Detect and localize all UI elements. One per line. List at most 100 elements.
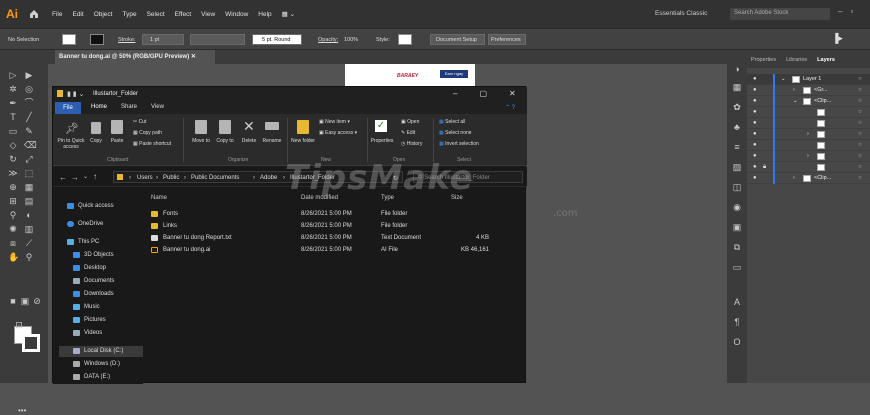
gradient-panel-icon[interactable]: ▨	[732, 162, 742, 172]
tab-layers[interactable]: Layers	[817, 57, 835, 63]
type-tool-icon[interactable]: T	[8, 112, 18, 122]
rename-icon[interactable]	[265, 122, 279, 130]
slice-tool-icon[interactable]: ⟋	[24, 238, 34, 248]
arrange-documents-icon[interactable]: ▦ ⌄	[282, 10, 295, 18]
expand-chevron-icon[interactable]: ›	[793, 175, 795, 181]
nav-music[interactable]: Music	[73, 304, 100, 310]
paste-button[interactable]: Paste	[107, 138, 127, 144]
target-circle-icon[interactable]: ○	[858, 131, 862, 137]
blend-tool-icon[interactable]: ◐	[24, 210, 34, 220]
minimize-icon[interactable]: –	[453, 89, 457, 98]
delete-icon[interactable]: ✕	[243, 118, 255, 135]
menu-object[interactable]: Object	[94, 11, 113, 18]
zoom-tool-icon[interactable]: ⚲	[24, 252, 34, 262]
new-folder-icon[interactable]	[297, 120, 309, 134]
tab-libraries[interactable]: Libraries	[786, 57, 807, 63]
stroke-swatch[interactable]	[22, 334, 40, 352]
close-tab-icon[interactable]: ✕	[191, 54, 196, 60]
layer-row[interactable]: ● › ○	[747, 129, 870, 140]
rotate-tool-icon[interactable]: ↻	[8, 154, 18, 164]
quick-access-toolbar-icon[interactable]: ▮ ▮ ⌄	[67, 90, 84, 98]
visibility-eye-icon[interactable]: ●	[753, 142, 757, 148]
pen-tool-icon[interactable]: ✒	[8, 98, 18, 108]
none-mode-icon[interactable]: ⊘	[32, 296, 42, 306]
fill-color-swatch[interactable]	[62, 34, 76, 45]
visibility-eye-icon[interactable]: ●	[753, 153, 757, 159]
target-circle-icon[interactable]: ○	[858, 98, 862, 104]
file-row[interactable]: Links 8/26/2021 5:00 PM File folder	[151, 221, 521, 233]
new-folder-button[interactable]: New folder	[291, 138, 315, 144]
lasso-tool-icon[interactable]: ◎	[24, 84, 34, 94]
curvature-tool-icon[interactable]: ⌒	[24, 98, 34, 108]
back-arrow-icon[interactable]: ←	[59, 173, 67, 182]
perspective-grid-icon[interactable]: ▦	[24, 182, 34, 192]
copy-to-icon[interactable]	[219, 120, 231, 134]
nav-local-disk-c[interactable]: Local Disk (C:)	[73, 348, 123, 354]
move-to-button[interactable]: Move to	[191, 138, 211, 144]
minimize-icon[interactable]: –	[838, 7, 842, 16]
layer-row[interactable]: ● ○	[747, 107, 870, 118]
history-button[interactable]: ◷ History	[401, 141, 422, 147]
up-arrow-icon[interactable]: ↑	[93, 172, 97, 181]
maximize-icon[interactable]: ▢	[479, 89, 487, 98]
swatches-panel-icon[interactable]: ▦	[732, 82, 742, 92]
nav-this-pc[interactable]: This PC	[67, 239, 99, 245]
target-circle-icon[interactable]: ○	[858, 142, 862, 148]
paintbrush-tool-icon[interactable]: ✎	[24, 126, 34, 136]
direct-selection-tool-icon[interactable]: ▶	[24, 70, 34, 80]
opacity-label[interactable]: Opacity:	[318, 37, 338, 43]
target-circle-icon[interactable]: ○	[858, 109, 862, 115]
select-none-button[interactable]: ▦ Select none	[439, 130, 472, 136]
width-tool-icon[interactable]: ≫	[8, 168, 18, 178]
visibility-eye-icon[interactable]: ●	[753, 109, 757, 115]
expand-chevron-icon[interactable]: ›	[793, 87, 795, 93]
visibility-eye-icon[interactable]: ●	[753, 87, 757, 93]
layer-row[interactable]: ● › <Clip... ○	[747, 173, 870, 184]
edit-button[interactable]: ✎ Edit	[401, 130, 415, 136]
expand-chevron-icon[interactable]: ⌄	[793, 98, 798, 104]
panel-toggle-icon[interactable]: ▐▸	[832, 33, 843, 44]
target-circle-icon[interactable]: ○	[858, 87, 862, 93]
document-tab[interactable]: Banner tu dong.ai @ 50% (RGB/GPU Preview…	[55, 50, 215, 64]
color-panel-icon[interactable]: ◑	[732, 64, 742, 74]
edit-toolbar-icon[interactable]: •••	[18, 406, 26, 415]
help-icon[interactable]: ⌃ ?	[505, 104, 515, 111]
copy-to-button[interactable]: Copy to	[215, 138, 235, 144]
cut-button[interactable]: ✂ Cut	[133, 119, 146, 125]
visibility-eye-icon[interactable]: ●	[753, 76, 757, 82]
open-button[interactable]: ▣ Open	[401, 119, 419, 125]
lock-icon[interactable]: 🔒︎	[763, 164, 766, 171]
layer-name[interactable]: <Gr...	[814, 87, 828, 93]
menu-type[interactable]: Type	[122, 11, 136, 18]
tab-file[interactable]: File	[55, 102, 81, 114]
stroke-label[interactable]: Stroke:	[118, 37, 135, 43]
artboard-tool-icon[interactable]: ⧈	[8, 238, 18, 248]
layer-row[interactable]: ● ⌄ Layer 1 ○	[747, 74, 870, 85]
layers-panel-icon[interactable]: ⧉	[732, 242, 742, 252]
pin-quick-access-button[interactable]: Pin to Quick access	[55, 138, 87, 150]
eyedropper-icon[interactable]: ⚲	[8, 210, 18, 220]
menu-effect[interactable]: Effect	[175, 11, 192, 18]
visibility-eye-icon[interactable]: ●	[753, 175, 757, 181]
shaper-tool-icon[interactable]: ◇	[8, 140, 18, 150]
stroke-panel-icon[interactable]: ≡	[732, 142, 742, 152]
rename-button[interactable]: Rename	[261, 138, 283, 144]
symbols-panel-icon[interactable]: ♣	[732, 122, 742, 132]
eraser-tool-icon[interactable]: ⌫	[24, 140, 37, 150]
file-row[interactable]: Banner tu dong.ai 8/26/2021 5:00 PM AI F…	[151, 245, 521, 257]
layer-row[interactable]: ● › <Gr... ○	[747, 85, 870, 96]
workspace-switcher[interactable]: Essentials Classic	[655, 10, 707, 17]
nav-pictures[interactable]: Pictures	[73, 317, 106, 323]
breadcrumb-users[interactable]: Users	[137, 175, 153, 181]
screen-mode-icon[interactable]: ⊡	[14, 320, 24, 330]
menu-file[interactable]: File	[52, 11, 62, 18]
menu-help[interactable]: Help	[258, 11, 271, 18]
nav-data-e[interactable]: DATA (E:)	[73, 374, 110, 380]
search-stock-input[interactable]: Search Adobe Stock	[730, 8, 830, 20]
maximize-icon[interactable]: ▫	[850, 7, 853, 16]
expand-chevron-icon[interactable]: ›	[807, 153, 809, 159]
target-circle-icon[interactable]: ○	[858, 175, 862, 181]
column-name[interactable]: Name	[151, 195, 167, 201]
menu-view[interactable]: View	[201, 11, 215, 18]
breadcrumb-adobe[interactable]: Adobe	[260, 175, 277, 181]
